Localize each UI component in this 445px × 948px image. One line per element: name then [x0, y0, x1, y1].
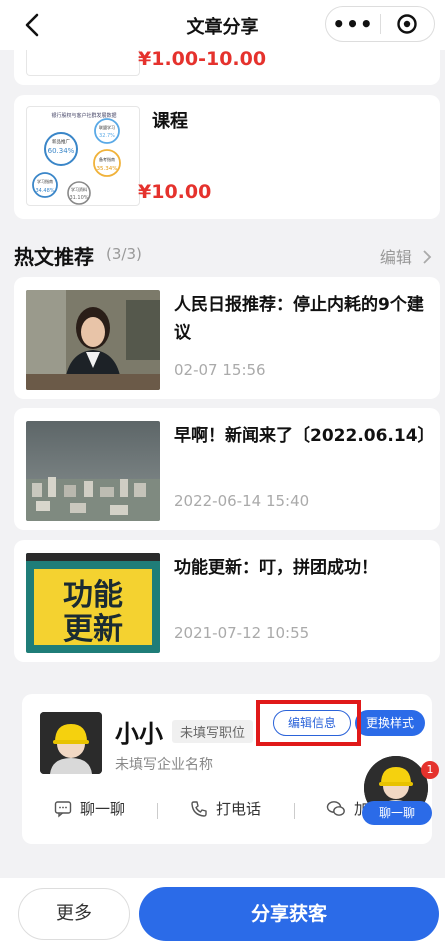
section-count: (3/3) [106, 245, 142, 263]
svg-text:联盟学习: 联盟学习 [99, 124, 115, 130]
product-card[interactable]: 银行股权与客户社群发展数据 新品推广 60.34% 联盟学习 32.7% 备考指… [14, 95, 440, 219]
article-image: 功能 更新 [26, 553, 160, 653]
svg-text:学习指南: 学习指南 [37, 178, 53, 184]
edit-label: 编辑 [379, 248, 412, 267]
miniprogram-capsule: ••• [325, 6, 435, 42]
svg-text:银行股权与客户社群发展数据: 银行股权与客户社群发展数据 [51, 112, 116, 119]
call-label: 打电话 [216, 800, 262, 818]
section-title: 热文推荐 [14, 245, 94, 269]
edit-link[interactable]: 编辑 [380, 244, 433, 268]
floating-chat-button[interactable]: 聊一聊 [362, 801, 432, 825]
svg-text:34.48%: 34.48% [35, 188, 54, 194]
article-time: 2021-07-12 10:55 [174, 624, 310, 642]
article-card[interactable]: 功能 更新 功能更新：叮，拼团成功！ 2021-07-12 10:55 [14, 540, 440, 662]
svg-text:学习资料: 学习资料 [71, 186, 87, 192]
article-image [26, 290, 160, 390]
article-card[interactable]: 早啊！新闻来了〔2022.06.14〕 2022-06-14 15:40 [14, 408, 440, 530]
bottom-bar: 更多 分享获客 [0, 878, 445, 948]
nav-bar: 文章分享 ••• [0, 0, 445, 50]
avatar[interactable] [40, 712, 102, 774]
chat-label: 聊一聊 [80, 800, 126, 818]
unread-badge: 1 [421, 761, 439, 779]
close-target-icon[interactable] [381, 13, 434, 35]
article-card[interactable]: 人民日报推荐：停止内耗的9个建议 02-07 15:56 [14, 277, 440, 399]
article-time: 02-07 15:56 [174, 361, 266, 379]
highlight-box [256, 700, 361, 746]
svg-text:32.7%: 32.7% [99, 133, 115, 139]
wechat-icon [326, 800, 345, 816]
card-position: 未填写职位 [172, 720, 254, 743]
product-name: 课程 [152, 111, 188, 132]
article-title: 功能更新：叮，拼团成功！ [174, 558, 378, 578]
chat-action[interactable]: 聊一聊 [54, 798, 125, 819]
share-button[interactable]: 分享获客 [139, 887, 439, 941]
svg-text:31.10%: 31.10% [69, 195, 88, 201]
product-price: ¥1.00-10.00 [138, 48, 267, 70]
chat-bubble-icon [54, 800, 72, 818]
article-image [26, 421, 160, 521]
card-name: 小小 [115, 720, 163, 748]
product-price: ¥10.00 [138, 181, 212, 203]
more-dots-icon[interactable]: ••• [326, 14, 380, 34]
card-company: 未填写企业名称 [115, 757, 213, 773]
svg-text:备考指南: 备考指南 [99, 156, 115, 162]
svg-text:功能: 功能 [63, 578, 123, 613]
article-title: 早啊！新闻来了〔2022.06.14〕 [174, 426, 435, 446]
svg-text:60.34%: 60.34% [48, 147, 75, 155]
svg-text:35.34%: 35.34% [97, 166, 118, 172]
article-time: 2022-06-14 15:40 [174, 492, 310, 510]
svg-text:新品推广: 新品推广 [52, 138, 70, 145]
call-action[interactable]: 打电话 [190, 798, 261, 819]
change-style-button[interactable]: 更换样式 [355, 710, 425, 736]
phone-icon [191, 800, 207, 817]
more-button[interactable]: 更多 [18, 888, 130, 940]
product-thumbnail: 银行股权与客户社群发展数据 新品推广 60.34% 联盟学习 32.7% 备考指… [26, 106, 140, 206]
svg-text:更新: 更新 [63, 612, 123, 647]
chevron-right-icon [423, 250, 432, 264]
article-title: 人民日报推荐：停止内耗的9个建议 [174, 295, 424, 343]
